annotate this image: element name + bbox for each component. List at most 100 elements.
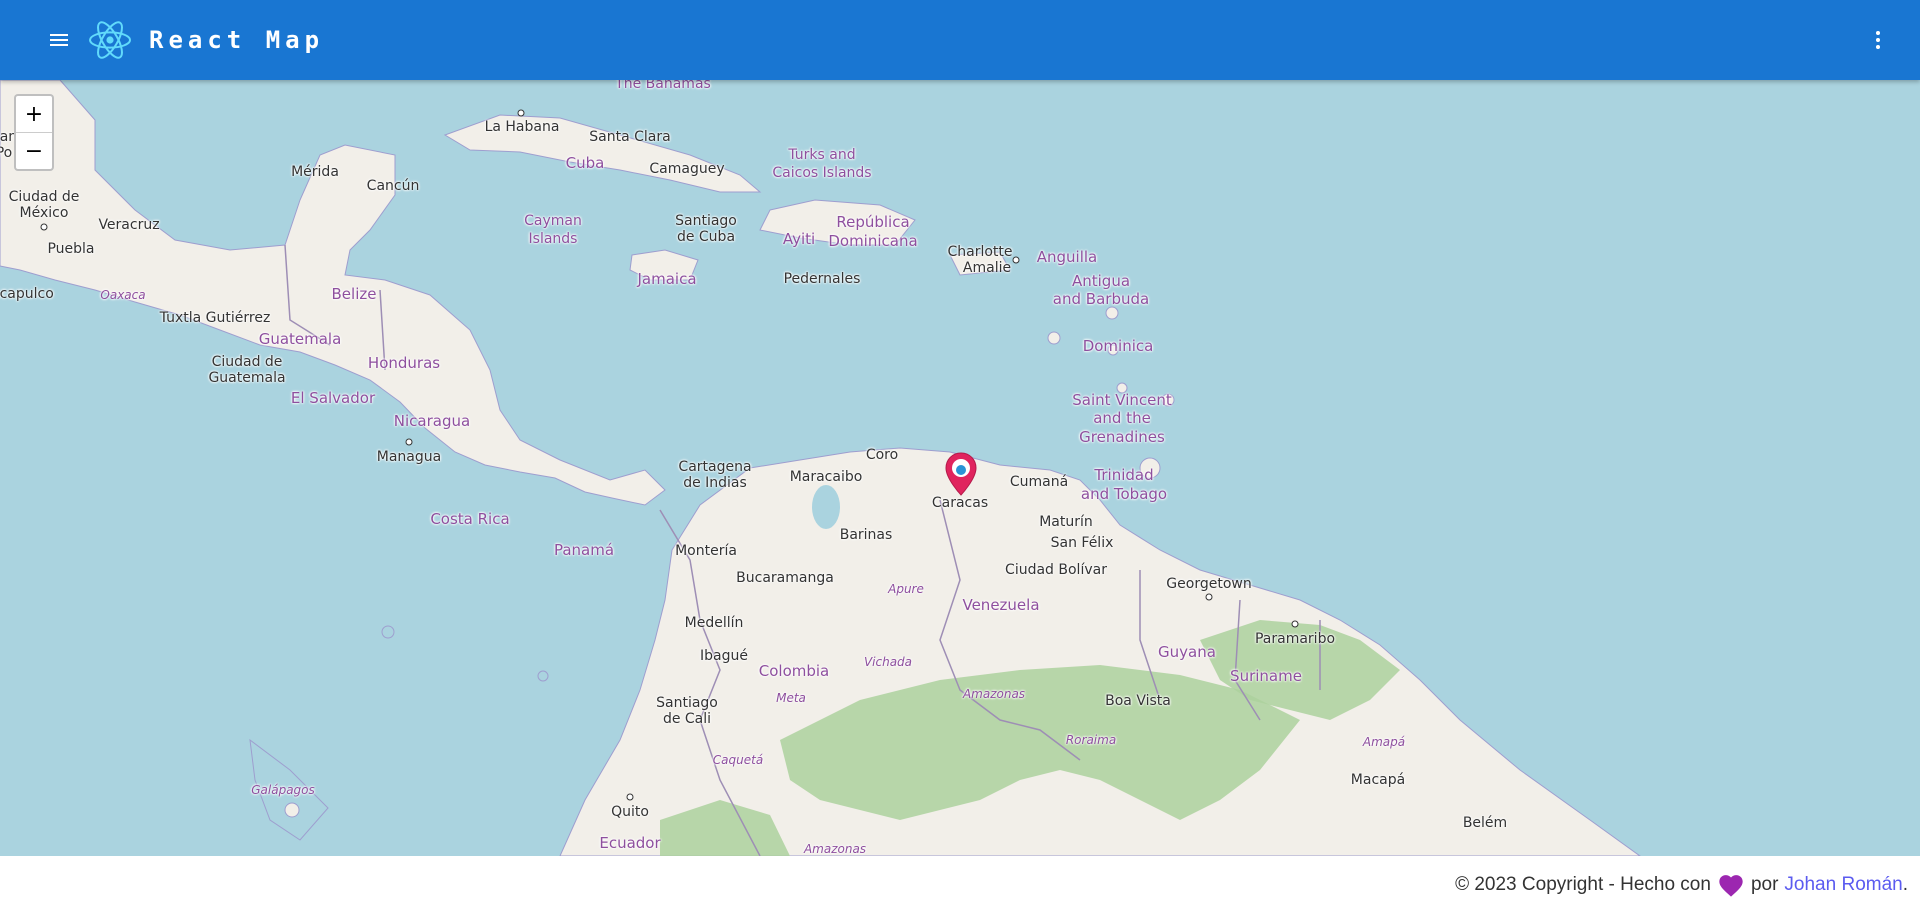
- label-ayiti: Ayiti: [782, 230, 816, 248]
- city-dot: [517, 109, 525, 117]
- label-colombia: Colombia: [758, 662, 830, 680]
- label-belem: Belém: [1462, 815, 1508, 831]
- footer-period: .: [1902, 873, 1908, 895]
- label-tuxtla: Tuxtla Gutiérrez: [159, 310, 271, 326]
- label-macapa: Macapá: [1350, 772, 1406, 788]
- label-ciudad-mexico-2: México: [19, 205, 69, 221]
- label-meta: Meta: [776, 691, 806, 705]
- city-dot: [1291, 620, 1299, 628]
- label-la-habana: La Habana: [484, 119, 560, 135]
- more-vert-icon: [1876, 31, 1880, 49]
- label-galapagos: Galápagos: [251, 783, 315, 797]
- label-jamaica: Jamaica: [637, 270, 697, 288]
- label-trinidad-2: and Tobago: [1080, 485, 1168, 503]
- label-bahamas: The Bahamas: [615, 80, 711, 92]
- label-amazonas-co: Amazonas: [803, 842, 867, 856]
- label-veracruz: Veracruz: [98, 217, 160, 233]
- label-saint-vincent-3: Grenadines: [1079, 428, 1165, 446]
- label-turks-2: Caicos Islands: [772, 165, 872, 181]
- label-ibague: Ibagué: [700, 648, 748, 664]
- label-apure: Apure: [888, 582, 924, 596]
- more-options-button[interactable]: [1858, 20, 1898, 60]
- label-costa-rica: Costa Rica: [430, 510, 510, 528]
- label-camaguey: Camaguey: [649, 161, 725, 177]
- por-text: por: [1750, 873, 1779, 895]
- zoom-control: + −: [14, 94, 54, 171]
- city-dot: [40, 223, 48, 231]
- label-turks-1: Turks and: [788, 147, 856, 163]
- label-cartagena-2: de Indias: [683, 475, 747, 491]
- label-belize: Belize: [331, 285, 377, 303]
- label-honduras: Honduras: [367, 354, 441, 372]
- label-saint-vincent-1: Saint Vincent: [1072, 391, 1172, 409]
- label-cayman-1: Cayman: [524, 213, 582, 229]
- zoom-in-button[interactable]: +: [16, 96, 52, 132]
- menu-button[interactable]: [35, 16, 83, 64]
- label-ciudad-bolivar: Ciudad Bolívar: [1005, 562, 1107, 578]
- label-amazonas-ve: Amazonas: [962, 687, 1026, 701]
- label-cancun: Cancún: [366, 178, 420, 194]
- label-quito: Quito: [611, 804, 649, 820]
- label-georgetown: Georgetown: [1166, 576, 1252, 592]
- label-ecuador: Ecuador: [599, 834, 661, 852]
- app-title: React Map: [149, 26, 325, 54]
- label-dominica: Dominica: [1082, 337, 1154, 355]
- app-bar: React Map: [0, 0, 1920, 80]
- label-acapulco: Acapulco: [0, 286, 54, 302]
- label-antigua-2: and Barbuda: [1052, 290, 1150, 308]
- label-anguilla: Anguilla: [1036, 248, 1098, 266]
- label-trinidad-1: Trinidad: [1094, 466, 1154, 484]
- label-san-felix: San Félix: [1050, 535, 1114, 551]
- label-charlotte-2: Amalie: [962, 260, 1012, 276]
- city-dot: [1012, 256, 1020, 264]
- label-guyana: Guyana: [1158, 643, 1216, 661]
- label-paramaribo: Paramaribo: [1254, 631, 1336, 647]
- label-suriname: Suriname: [1230, 667, 1302, 685]
- footer: © 2023 Copyright - Hecho con por Johan R…: [0, 856, 1920, 913]
- label-monteria: Montería: [675, 543, 737, 559]
- location-pin-icon[interactable]: [944, 451, 978, 497]
- label-maracaibo: Maracaibo: [789, 469, 863, 485]
- label-santa-clara: Santa Clara: [589, 129, 671, 145]
- label-managua: Managua: [376, 449, 442, 465]
- label-cayman-2: Islands: [528, 231, 578, 247]
- zoom-out-button[interactable]: −: [16, 132, 52, 169]
- label-oaxaca: Oaxaca: [100, 288, 146, 302]
- heart-icon: [1717, 872, 1745, 898]
- map-view[interactable]: The Bahamas La Habana Santa Clara Cuba C…: [0, 80, 1920, 856]
- label-antigua-1: Antigua: [1071, 272, 1131, 290]
- label-nicaragua: Nicaragua: [393, 412, 471, 430]
- label-san-po-2: Po: [0, 145, 13, 161]
- menu-icon: [50, 34, 68, 46]
- city-dot: [405, 438, 413, 446]
- label-santiago-cuba-2: de Cuba: [676, 229, 736, 245]
- label-vichada: Vichada: [863, 655, 913, 669]
- label-puebla: Puebla: [47, 241, 95, 257]
- city-dot: [1205, 593, 1213, 601]
- label-coro: Coro: [865, 447, 899, 463]
- label-barinas: Barinas: [839, 527, 893, 543]
- label-boa-vista: Boa Vista: [1105, 693, 1171, 709]
- react-atom-icon: [87, 16, 135, 64]
- label-rep-dom-1: República: [836, 213, 910, 231]
- label-pedernales: Pedernales: [783, 271, 861, 287]
- label-rep-dom-2: Dominicana: [828, 232, 918, 250]
- city-dot: [626, 793, 634, 801]
- label-bucaramanga: Bucaramanga: [736, 570, 834, 586]
- author-link[interactable]: Johan Román: [1784, 874, 1902, 896]
- label-venezuela: Venezuela: [962, 596, 1040, 614]
- label-panama: Panamá: [553, 541, 615, 559]
- label-saint-vincent-2: and the: [1093, 409, 1151, 427]
- label-medellin: Medellín: [684, 615, 744, 631]
- label-el-salvador: El Salvador: [290, 389, 376, 407]
- label-amapa: Amapá: [1362, 735, 1406, 749]
- label-cuba: Cuba: [565, 154, 605, 172]
- label-ciudad-guatemala-2: Guatemala: [208, 370, 286, 386]
- label-merida: Mérida: [291, 164, 339, 180]
- label-roraima: Roraima: [1065, 733, 1117, 747]
- label-santiago-cali-2: de Cali: [662, 711, 712, 727]
- copyright-text: © 2023 Copyright - Hecho con: [1455, 873, 1711, 895]
- label-guatemala: Guatemala: [258, 330, 342, 348]
- label-caqueta: Caquetá: [712, 753, 764, 767]
- label-maturin: Maturín: [1039, 514, 1093, 530]
